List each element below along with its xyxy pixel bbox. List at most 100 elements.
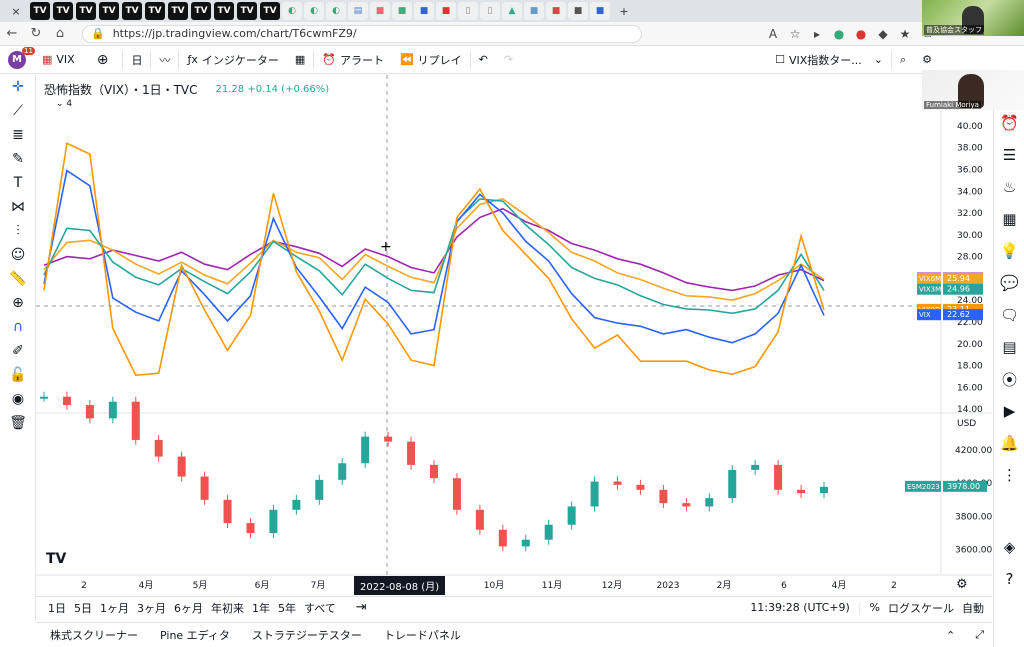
tab-favicon-swirl-icon[interactable]: ◐ [326, 2, 346, 20]
tab-favicon-app-icon[interactable]: ■ [436, 2, 456, 20]
range-button[interactable]: すべて [304, 600, 336, 616]
tab-favicon-page-icon[interactable]: ▯ [480, 2, 500, 20]
range-button[interactable]: 1ヶ月 [100, 600, 129, 616]
tab-favicon-app-icon[interactable]: ■ [568, 2, 588, 20]
streams-icon[interactable]: ⦿ [994, 363, 1024, 395]
magnet-icon[interactable]: ∩ [0, 315, 36, 339]
symbol-search-button[interactable]: ▦ VIX [34, 53, 83, 66]
range-button[interactable]: 年初来 [211, 600, 244, 616]
alert-button[interactable]: ⏰ アラート [314, 52, 392, 68]
news-icon[interactable]: ▤ [994, 331, 1024, 363]
emoji-icon[interactable]: ☺ [0, 243, 36, 267]
compare-add-button[interactable]: ⊕ [83, 52, 123, 68]
extension-icon[interactable]: ● [850, 27, 872, 41]
ideas-lightbulb-icon[interactable]: 💡 [994, 235, 1024, 267]
panel-tab[interactable]: 株式スクリーナー [50, 627, 138, 643]
extensions-puzzle-icon[interactable]: ◆ [872, 27, 894, 41]
zoom-in-icon[interactable]: ⊕ [0, 291, 36, 315]
extension-icon[interactable]: ● [828, 27, 850, 41]
tab-tradingview-favicon[interactable]: TV [99, 2, 119, 20]
eye-icon[interactable]: ◉ [0, 387, 36, 411]
tab-tradingview-favicon[interactable]: TV [145, 2, 165, 20]
back-arrow-icon[interactable]: ← [0, 26, 24, 41]
text-tool-icon[interactable]: T [0, 171, 36, 195]
chats-icon[interactable]: 🗨 [994, 299, 1024, 331]
chart-settings-gear-icon[interactable]: ⚙ [956, 577, 968, 592]
redo-icon[interactable]: ↷ [496, 53, 521, 66]
panel-tab[interactable]: トレードパネル [384, 627, 461, 643]
brush-icon[interactable]: ✎ [0, 147, 36, 171]
notification-bell-icon[interactable]: 🔔 [994, 427, 1024, 459]
range-button[interactable]: 5年 [278, 600, 296, 616]
hotlists-fire-icon[interactable]: ♨ [994, 171, 1024, 203]
tab-tradingview-favicon[interactable]: TV [30, 2, 50, 20]
tab-tradingview-favicon[interactable]: TV [191, 2, 211, 20]
range-button[interactable]: 6ヶ月 [174, 600, 203, 616]
tab-tradingview-favicon[interactable]: TV [260, 2, 280, 20]
trend-line-icon[interactable]: ⟋ [0, 99, 36, 123]
prediction-tool-icon[interactable]: ⫶ [0, 219, 36, 243]
search-icon[interactable]: ⌕ [892, 53, 914, 67]
tab-favicon-app-icon[interactable]: ■ [414, 2, 434, 20]
extension-icon[interactable]: ▸ [806, 27, 828, 41]
tab-favicon-app-icon[interactable]: ■ [546, 2, 566, 20]
url-field[interactable]: 🔒 https://jp.tradingview.com/chart/T6cwm… [82, 24, 642, 43]
chat-icon[interactable]: 💬 [994, 267, 1024, 299]
tab-favicon-app-icon[interactable]: ▲ [502, 2, 522, 20]
crosshair-icon[interactable]: ✛ [0, 75, 36, 99]
tab-favicon-app-icon[interactable]: ■ [524, 2, 544, 20]
goto-date-icon[interactable]: ⇥ [356, 600, 367, 615]
layers-icon[interactable]: ◈ [994, 531, 1024, 563]
favorites-icon[interactable]: ★ [894, 27, 916, 41]
home-icon[interactable]: ⌂ [48, 26, 72, 41]
tab-tradingview-favicon[interactable]: TV [76, 2, 96, 20]
trash-icon[interactable]: 🗑 [0, 411, 36, 435]
auto-scale-button[interactable]: 自動 [962, 600, 984, 616]
settings-gear-icon[interactable]: ⚙ [914, 53, 940, 66]
refresh-icon[interactable]: ↻ [24, 26, 48, 41]
fib-retracement-icon[interactable]: ≣ [0, 123, 36, 147]
ruler-icon[interactable]: 📏 [0, 267, 36, 291]
tab-favicon-app-icon[interactable]: ■ [590, 2, 610, 20]
clock-time[interactable]: 11:39:28 (UTC+9) [750, 601, 850, 614]
lock-drawings-icon[interactable]: ✐ [0, 339, 36, 363]
unlock-icon[interactable]: 🔓 [0, 363, 36, 387]
percent-scale-button[interactable]: % [870, 601, 880, 614]
tab-favicon-page-icon[interactable]: ▯ [458, 2, 478, 20]
tab-tradingview-favicon[interactable]: TV [237, 2, 257, 20]
range-button[interactable]: 1日 [48, 600, 66, 616]
chart-area[interactable]: +40.0038.0036.0034.0032.0030.0028.0026.0… [36, 75, 992, 595]
read-aloud-icon[interactable]: A [762, 27, 784, 41]
play-icon[interactable]: ▶ [994, 395, 1024, 427]
panel-tab[interactable]: Pine エディタ [160, 627, 230, 643]
watchlist-icon[interactable]: ☰ [994, 139, 1024, 171]
alarm-clock-icon[interactable]: ⏰ [994, 107, 1024, 139]
chart-type-line-icon[interactable]: 〰 [151, 52, 178, 68]
range-button[interactable]: 1年 [252, 600, 270, 616]
collapse-panel-icon[interactable]: ⌃ [946, 629, 955, 642]
interval-button[interactable]: 日 [123, 52, 150, 68]
tab-tradingview-favicon[interactable]: TV [168, 2, 188, 20]
new-tab-button[interactable]: + [612, 2, 636, 20]
layout-grid-icon[interactable]: ▦ [287, 53, 313, 66]
tab-close-button[interactable]: × [4, 2, 28, 20]
calendar-icon[interactable]: ▦ [994, 203, 1024, 235]
tab-tradingview-favicon[interactable]: TV [214, 2, 234, 20]
dots-grid-icon[interactable]: ⋮ [994, 459, 1024, 491]
undo-icon[interactable]: ↶ [471, 53, 496, 66]
replay-button[interactable]: ⏪ リプレイ [392, 52, 470, 68]
tab-favicon-app-icon[interactable]: ■ [370, 2, 390, 20]
help-icon[interactable]: ? [994, 563, 1024, 595]
indicators-button[interactable]: ƒx インジケーター [179, 52, 286, 68]
indicator-count[interactable]: ⌄ 4 [56, 99, 72, 109]
video-tile-moriya[interactable]: Fumiaki Moriya [922, 70, 1024, 110]
tab-favicon-swirl-icon[interactable]: ◐ [282, 2, 302, 20]
range-button[interactable]: 3ヶ月 [137, 600, 166, 616]
tab-tradingview-favicon[interactable]: TV [122, 2, 142, 20]
panel-tab[interactable]: ストラテジーテスター [252, 627, 362, 643]
user-avatar[interactable]: M 11 [0, 46, 35, 69]
log-scale-button[interactable]: ログスケール [888, 600, 954, 616]
tab-favicon-swirl-icon[interactable]: ◐ [304, 2, 324, 20]
range-button[interactable]: 5日 [74, 600, 92, 616]
tab-favicon-doc-icon[interactable]: ▤ [348, 2, 368, 20]
